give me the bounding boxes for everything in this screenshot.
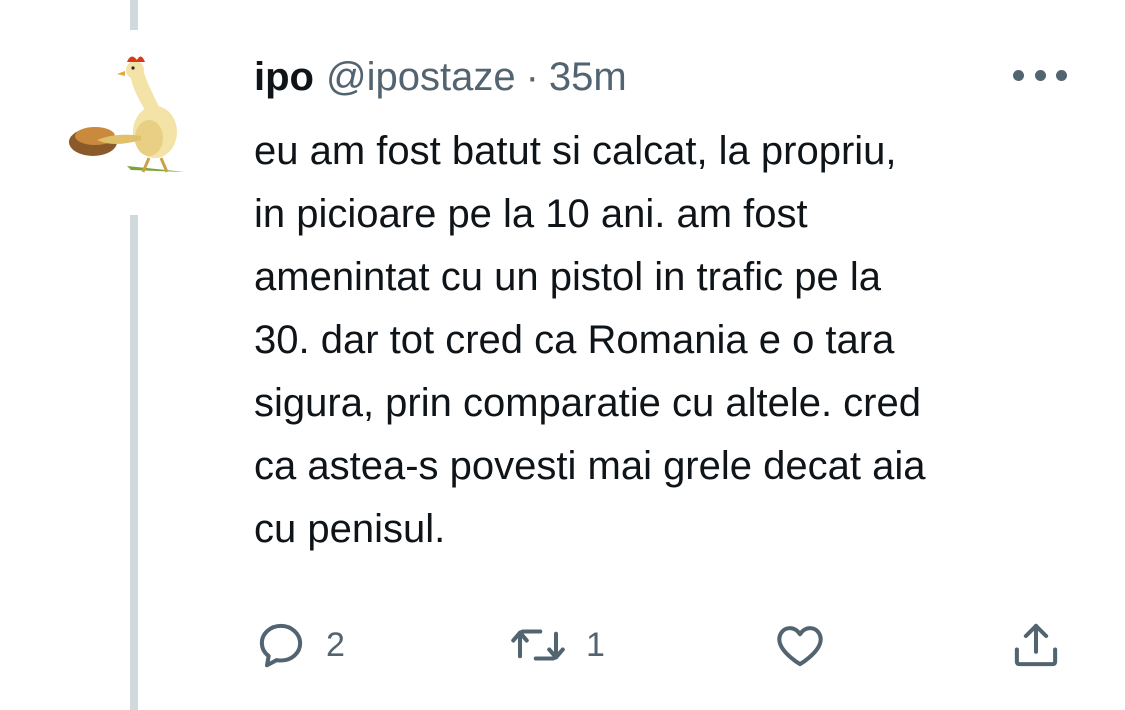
chicken-avatar-image bbox=[69, 56, 185, 173]
tweet-header: ipo @ipostaze · 35m bbox=[254, 52, 627, 102]
header-separator: · bbox=[525, 55, 539, 99]
tweet-text-line: eu am fost batut si calcat, la propriu, bbox=[254, 129, 897, 173]
share-upload-icon bbox=[1014, 623, 1058, 667]
heart-icon bbox=[777, 626, 823, 667]
more-horizontal-icon-dot bbox=[1056, 69, 1067, 81]
thread-connector-top bbox=[130, 0, 138, 30]
tweet-text-line: cu penisul. bbox=[254, 507, 446, 551]
reply-button[interactable]: 2 bbox=[254, 610, 345, 680]
reply-count: 2 bbox=[326, 625, 345, 664]
tweet-text: eu am fost batut si calcat, la propriu, … bbox=[254, 120, 1074, 561]
tweet-timestamp[interactable]: 35m bbox=[549, 52, 627, 102]
user-handle[interactable]: @ipostaze bbox=[326, 52, 516, 102]
tweet-reply-card: ipo @ipostaze · 35m eu am fost batut si … bbox=[0, 0, 1125, 710]
reply-bubble-icon bbox=[259, 623, 303, 668]
tweet-text-line: sigura, prin comparatie cu altele. cred bbox=[254, 381, 921, 425]
retweet-icon bbox=[511, 629, 565, 661]
tweet-text-line: in picioare pe la 10 ani. am fost bbox=[254, 192, 808, 236]
more-horizontal-icon bbox=[1013, 69, 1024, 81]
tweet-text-line: ca astea-s povesti mai grele decat aia bbox=[254, 444, 926, 488]
tweet-text-line: amenintat cu un pistol in trafic pe la bbox=[254, 255, 882, 299]
more-horizontal-icon-dot bbox=[1034, 69, 1046, 81]
share-button[interactable] bbox=[1008, 610, 1064, 680]
tweet-text-line: 30. dar tot cred ca Romania e o tara bbox=[254, 318, 895, 362]
avatar[interactable] bbox=[57, 40, 213, 200]
like-button[interactable] bbox=[772, 610, 828, 680]
more-options-button[interactable] bbox=[1013, 65, 1067, 85]
tweet-action-bar: 2 1 bbox=[0, 610, 1125, 680]
retweet-button[interactable]: 1 bbox=[508, 610, 605, 680]
retweet-count: 1 bbox=[586, 625, 605, 664]
display-name[interactable]: ipo bbox=[254, 52, 314, 102]
